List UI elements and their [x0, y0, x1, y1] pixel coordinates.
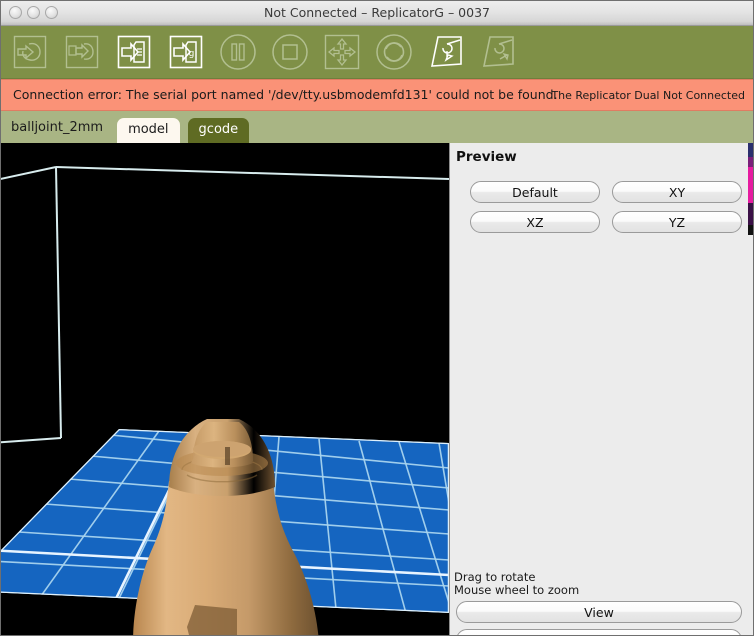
- jog-button[interactable]: [319, 31, 365, 73]
- build-gcode-to-file-button[interactable]: g: [163, 31, 209, 73]
- view-button[interactable]: View: [456, 601, 742, 623]
- model-viewport-3d[interactable]: [1, 143, 450, 635]
- load-model-button[interactable]: [7, 31, 53, 73]
- replicatorg-window: Not Connected – ReplicatorG – 0037 g Con…: [0, 0, 754, 636]
- move-button[interactable]: Move: [456, 629, 742, 635]
- reset-button[interactable]: [371, 31, 417, 73]
- error-message: Connection error: The serial port named …: [13, 87, 558, 102]
- preview-title: Preview: [456, 149, 517, 165]
- model-action-buttons: View Move Rotate Mirror Scale Generate G…: [456, 601, 742, 635]
- four-arrows-icon: [324, 34, 360, 70]
- build-scene: [1, 143, 449, 635]
- build-to-machine-button[interactable]: [59, 31, 105, 73]
- window-titlebar: Not Connected – ReplicatorG – 0037: [1, 1, 753, 26]
- machine-status-label: The Replicator Dual Not Connected: [551, 89, 745, 102]
- view-xy-button[interactable]: XY: [612, 181, 742, 203]
- pause-button[interactable]: [215, 31, 261, 73]
- render-artifact: [748, 225, 753, 235]
- render-artifact: [748, 157, 753, 167]
- connect-button[interactable]: [423, 31, 469, 73]
- stop-circle-icon: [272, 34, 308, 70]
- render-artifact: [748, 167, 753, 203]
- arrow-into-document-icon: [117, 35, 151, 69]
- preview-panel: Preview Default XY XZ YZ Drag to rotate …: [450, 143, 753, 635]
- arrow-into-gcode-document-icon: g: [169, 35, 203, 69]
- tab-model[interactable]: model: [117, 118, 180, 143]
- main-body: Preview Default XY XZ YZ Drag to rotate …: [1, 143, 753, 635]
- view-xz-button[interactable]: XZ: [470, 211, 600, 233]
- hint-mouse-wheel-zoom: Mouse wheel to zoom: [454, 583, 580, 597]
- plug-disconnect-icon: [483, 36, 514, 67]
- main-toolbar: g: [1, 26, 753, 79]
- tab-strip: balljoint_2mm model gcode: [1, 111, 753, 143]
- circular-arrows-icon: [376, 34, 412, 70]
- connection-error-bar: Connection error: The serial port named …: [1, 79, 753, 111]
- tab-gcode[interactable]: gcode: [187, 118, 250, 143]
- render-artifact: [748, 143, 753, 157]
- arrow-into-blob-icon: [13, 35, 47, 69]
- pause-circle-icon: [220, 34, 256, 70]
- render-artifact: [748, 203, 753, 225]
- window-title: Not Connected – ReplicatorG – 0037: [264, 5, 490, 20]
- disconnect-button[interactable]: [475, 31, 521, 73]
- plug-connect-icon: [431, 36, 462, 67]
- view-yz-button[interactable]: YZ: [612, 211, 742, 233]
- arrow-into-blob-dashed-icon: [65, 35, 99, 69]
- build-to-file-button[interactable]: [111, 31, 157, 73]
- stop-button[interactable]: [267, 31, 313, 73]
- current-filename: balljoint_2mm: [11, 120, 104, 135]
- view-default-button[interactable]: Default: [470, 181, 600, 203]
- view-preset-buttons: Default XY XZ YZ: [470, 181, 742, 233]
